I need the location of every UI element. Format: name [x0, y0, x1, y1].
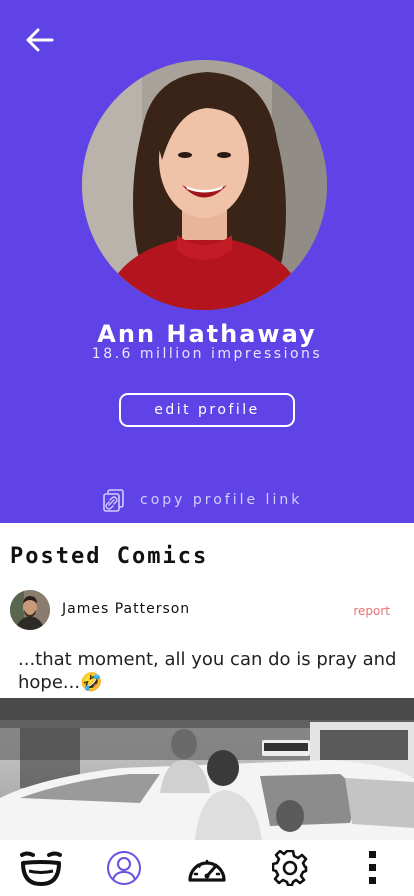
dashboard-icon [188, 859, 226, 882]
copy-link-icon [103, 489, 124, 512]
profile-avatar [82, 60, 327, 310]
post-author[interactable]: James Patterson [62, 601, 190, 617]
comic-image[interactable] [0, 698, 414, 840]
more-icon [368, 851, 376, 884]
edit-profile-button[interactable]: edit profile [119, 393, 295, 427]
nav-home[interactable] [17, 846, 65, 890]
profile-name: Ann Hathaway [97, 320, 317, 348]
post-caption: ...that moment, all you can do is pray a… [18, 649, 397, 693]
back-button[interactable] [24, 26, 56, 54]
nav-more[interactable] [349, 846, 397, 890]
arrow-left-icon [26, 28, 54, 52]
copy-profile-link-button[interactable]: copy profile link [102, 487, 302, 513]
smile-icon [20, 851, 63, 886]
copy-link-label: copy profile link [140, 492, 303, 508]
bottom-nav [0, 840, 414, 896]
impressions-count: 18.6 million impressions [91, 346, 323, 362]
gear-icon [271, 850, 308, 886]
post-header: James Patterson report [10, 590, 404, 632]
author-avatar[interactable] [10, 590, 50, 630]
posted-comics-title: Posted Comics [10, 544, 209, 569]
report-link[interactable]: report [353, 604, 390, 618]
profile-icon [107, 851, 142, 885]
nav-profile[interactable] [100, 846, 148, 890]
nav-settings[interactable] [266, 846, 314, 890]
nav-dashboard[interactable] [183, 846, 231, 890]
profile-header: Ann Hathaway 18.6 million impressions ed… [0, 0, 414, 523]
